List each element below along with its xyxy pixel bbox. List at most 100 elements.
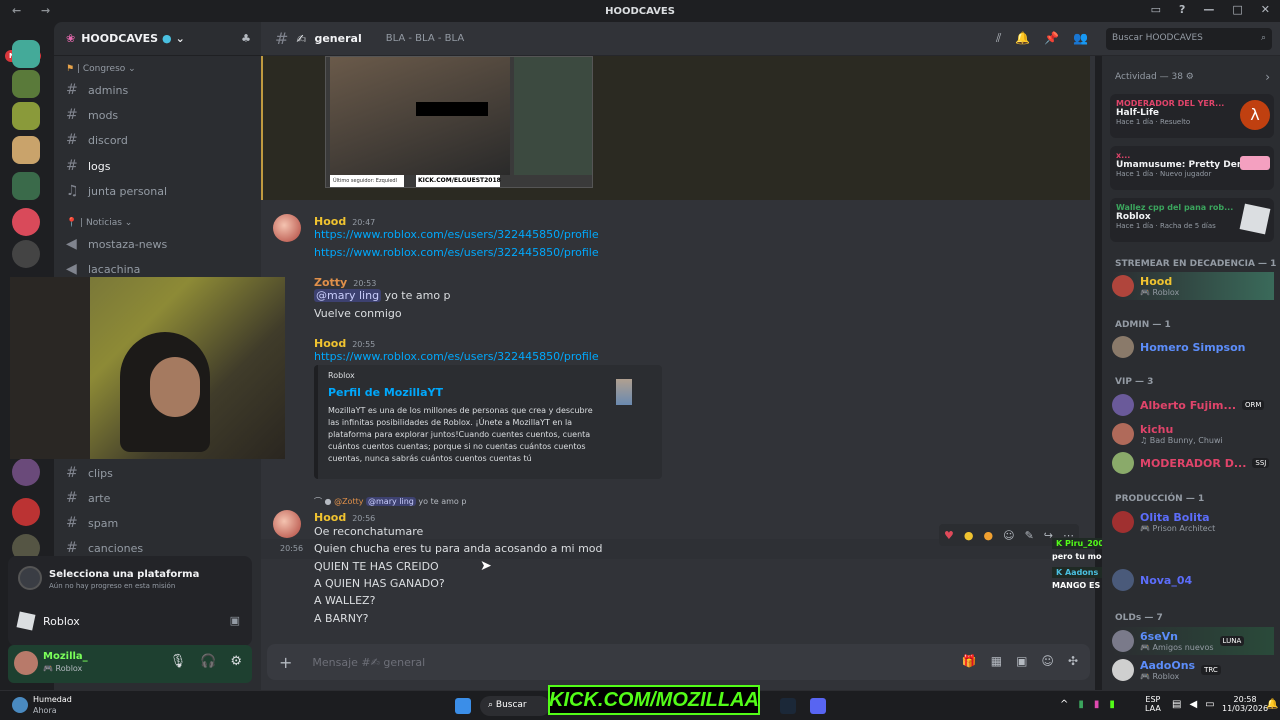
channel-lacachina[interactable]: ◀ lacachina (66, 261, 140, 277)
chevron-down-icon: ⌄ (175, 32, 185, 45)
message-author[interactable]: Hood (314, 215, 346, 228)
avatar[interactable] (273, 214, 301, 242)
stream-image[interactable]: Último seguidor: Ezquiedl KICK.COM/ELGUE… (325, 56, 593, 188)
window-controls[interactable]: ▭? — □ ✕ (1151, 3, 1270, 16)
clap-reaction-icon[interactable]: ● (964, 529, 974, 542)
server-icon[interactable] (12, 70, 40, 98)
user-mention[interactable]: @mary ling (314, 289, 382, 302)
category-noticias[interactable]: 📍 | Noticias ⌄ (66, 218, 132, 228)
gif-icon[interactable]: ▦ (991, 654, 1002, 668)
message-hover-time: 20:56 (280, 544, 304, 553)
edit-icon[interactable]: ✎ (1025, 529, 1034, 542)
channel-junta-personal[interactable]: ♫ junta personal (66, 183, 167, 199)
channel-mods[interactable]: # mods (66, 107, 118, 123)
channel-mostaza-news[interactable]: ◀ mostaza-news (66, 236, 167, 252)
tray-app-icon[interactable]: ▮ (1109, 699, 1115, 710)
battery-icon[interactable]: ▭ (1205, 699, 1214, 710)
heart-reaction-icon[interactable]: ♥ (944, 529, 954, 542)
channel-canciones[interactable]: # canciones (66, 540, 143, 556)
microphone-icon[interactable]: 🎙 (170, 654, 187, 669)
megaphone-icon: ◀ (66, 261, 77, 277)
windows-start-icon[interactable] (455, 698, 471, 714)
cat-reaction-icon[interactable]: ● (983, 529, 993, 542)
add-attachment-icon[interactable]: + (279, 653, 292, 672)
channel-arte[interactable]: # arte (66, 490, 110, 506)
taskbar-search[interactable]: ⌕ Buscar (480, 696, 550, 716)
avatar[interactable] (14, 651, 38, 675)
search-input[interactable]: Buscar HOODCAVES ⌕ (1106, 28, 1272, 50)
channel-admins[interactable]: # admins (66, 82, 128, 98)
clock[interactable]: 20:58 11/03/2026 (1222, 695, 1268, 713)
composer-placeholder[interactable]: Mensaje #✍ general (312, 656, 425, 669)
server-icon[interactable] (12, 498, 40, 526)
stream-face-image (330, 57, 510, 175)
server-icon[interactable] (12, 102, 40, 130)
chevron-right-icon[interactable]: › (1265, 70, 1270, 84)
weather-title[interactable]: Humedad (33, 695, 72, 704)
discord-icon[interactable] (810, 698, 826, 714)
tray-app-icon[interactable]: ▮ (1094, 699, 1100, 710)
member-item[interactable]: Alberto Fujim... ORM (1112, 391, 1274, 419)
headphones-icon[interactable]: 🎧 (200, 654, 216, 669)
message-link[interactable]: https://www.roblox.com/es/users/32244585… (314, 246, 599, 259)
section-title: ADMIN — 1 (1115, 320, 1171, 330)
server-icon[interactable] (12, 240, 40, 268)
add-member-icon[interactable]: ♣ (241, 32, 251, 45)
member-item[interactable]: Nova_04 (1112, 566, 1274, 594)
activity-card[interactable]: MODERADOR DEL YER... Half-Life Hace 1 dí… (1110, 94, 1274, 138)
activity-card[interactable]: x... Umamusume: Pretty Derby ... Hace 1 … (1110, 146, 1274, 190)
message-author[interactable]: Zotty (314, 276, 347, 289)
member-item[interactable]: Homero Simpson (1112, 333, 1274, 361)
member-item[interactable]: MODERADOR D... SSJ (1112, 449, 1274, 477)
screen-share-icon[interactable]: ▣ (230, 614, 240, 627)
emoji-icon[interactable]: ☺ (1041, 654, 1054, 668)
reply-preview[interactable]: ⌒ ● @Zotty @mary ling yo te amo p (314, 496, 466, 507)
message-author[interactable]: Hood (314, 337, 346, 350)
language-indicator[interactable]: ESP LAA (1145, 695, 1161, 713)
sticker-icon[interactable]: ▣ (1016, 654, 1027, 668)
member-item[interactable]: 6seVn 🎮 Amigos nuevos LUNA (1112, 627, 1274, 655)
chevron-up-icon[interactable]: ^ (1060, 699, 1068, 710)
webcam-overlay (10, 277, 285, 459)
member-item[interactable]: Hood 🎮 Roblox (1112, 272, 1274, 300)
pin-icon[interactable]: 📌 (1044, 31, 1059, 46)
server-icon[interactable] (12, 458, 40, 486)
server-icon[interactable] (12, 208, 40, 236)
message-link[interactable]: https://www.roblox.com/es/users/32244585… (314, 350, 599, 363)
member-item[interactable]: Olita Bolita 🎮 Prison Architect (1112, 508, 1274, 536)
threads-icon[interactable]: ⫽ (996, 31, 1001, 46)
hash-icon: # (66, 465, 78, 481)
hash-icon: # (66, 132, 78, 148)
message-link[interactable]: https://www.roblox.com/es/users/32244585… (314, 228, 599, 241)
channel-discord[interactable]: # discord (66, 132, 128, 148)
back-forward-icons[interactable]: ← → (12, 4, 58, 17)
apps-icon[interactable]: ✣ (1068, 654, 1078, 668)
members-icon[interactable]: 👥 (1073, 31, 1088, 46)
message-composer[interactable]: + Mensaje #✍ general 🎁 ▦ ▣ ☺ ✣ (267, 644, 1090, 680)
member-item[interactable]: kichu ♫ Bad Bunny, Chuwi (1112, 420, 1274, 448)
channel-spam[interactable]: # spam (66, 515, 118, 531)
notification-icon[interactable]: 🔔 (1266, 699, 1278, 710)
volume-icon[interactable]: ◀ (1189, 699, 1197, 710)
server-icon[interactable] (12, 172, 40, 200)
steam-icon[interactable] (780, 698, 796, 714)
channel-clips[interactable]: # clips (66, 465, 113, 481)
category-congreso[interactable]: ⚑ | Congreso ⌄ (66, 64, 136, 74)
tray-app-icon[interactable]: ▮ (1078, 699, 1084, 710)
embed-title[interactable]: Perfil de MozillaYT (328, 386, 652, 399)
add-reaction-icon[interactable]: ☺ (1003, 529, 1014, 542)
channel-logs[interactable]: # logs (66, 158, 111, 174)
message-author[interactable]: Hood (314, 511, 346, 524)
avatar[interactable] (273, 510, 301, 538)
bell-icon[interactable]: 🔔 (1015, 31, 1030, 46)
member-item[interactable]: AadoOns 🎮 Roblox TRC (1112, 656, 1274, 684)
network-icon[interactable]: ▤ (1172, 699, 1181, 710)
weather-icon[interactable] (12, 697, 28, 713)
gift-icon[interactable]: 🎁 (962, 654, 977, 668)
activity-card[interactable]: Wallez cpp del pana rob... Roblox Hace 1… (1110, 198, 1274, 242)
server-icon[interactable] (12, 40, 40, 68)
server-header[interactable]: ❀ HOODCAVES ● ⌄ ♣ (54, 22, 261, 56)
platform-game[interactable]: Roblox (43, 615, 80, 628)
server-icon[interactable] (12, 136, 40, 164)
gear-icon[interactable]: ⚙ (230, 654, 242, 669)
